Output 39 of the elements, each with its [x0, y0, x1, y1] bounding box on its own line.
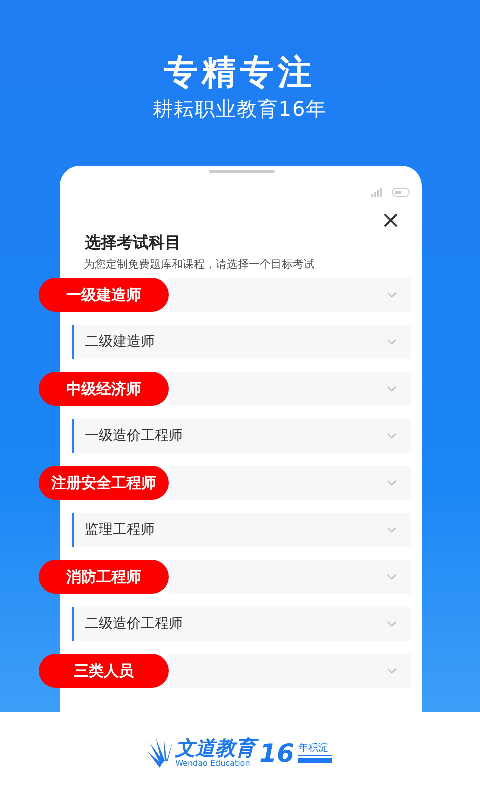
- years-number: 16: [260, 738, 294, 768]
- exam-row[interactable]: 二级造价工程师: [72, 607, 411, 641]
- exam-row[interactable]: [169, 372, 411, 406]
- chevron-down-icon: [387, 527, 397, 533]
- exam-category-tag[interactable]: 三类人员: [39, 654, 169, 688]
- fan-logo-icon: [148, 738, 174, 768]
- signal-icon: [371, 188, 384, 197]
- exam-row[interactable]: [169, 654, 411, 688]
- exam-row[interactable]: 监理工程师: [72, 513, 411, 547]
- chevron-down-icon: [387, 292, 397, 298]
- chevron-down-icon: [387, 386, 397, 392]
- brand-english-name: Wendao Education: [176, 759, 250, 769]
- battery-icon: [392, 188, 410, 197]
- exam-row[interactable]: 一级造价工程师: [72, 419, 411, 453]
- exam-category-tag[interactable]: 注册安全工程师: [39, 466, 169, 500]
- chevron-down-icon: [387, 339, 397, 345]
- exam-category-tag[interactable]: 一级建造师: [39, 278, 169, 312]
- drag-handle[interactable]: [208, 170, 274, 173]
- exam-row[interactable]: [169, 560, 411, 594]
- exam-row[interactable]: [169, 466, 411, 500]
- chevron-down-icon: [387, 574, 397, 580]
- exam-row[interactable]: [169, 278, 411, 312]
- sheet-subtitle: 为您定制免费题库和课程，请选择一个目标考试: [84, 257, 316, 273]
- exam-category-tag[interactable]: 中级经济师: [39, 372, 169, 406]
- exam-category-tag[interactable]: 消防工程师: [39, 560, 169, 594]
- chevron-down-icon: [387, 668, 397, 674]
- exam-row[interactable]: 二级建造师: [72, 325, 411, 359]
- exam-name: 监理工程师: [85, 521, 155, 539]
- subheadline: 耕耘职业教育16年: [152, 96, 328, 123]
- headline: 专精专注: [164, 52, 316, 95]
- exam-name: 一级造价工程师: [85, 427, 183, 445]
- chevron-down-icon: [387, 621, 397, 627]
- exam-name: 二级建造师: [85, 333, 155, 351]
- chevron-down-icon: [387, 433, 397, 439]
- exam-name: 二级造价工程师: [85, 615, 183, 633]
- close-button[interactable]: ×: [380, 210, 401, 230]
- chevron-down-icon: [387, 480, 397, 486]
- sheet-title: 选择考试科目: [85, 232, 181, 254]
- years-tagline: 年积淀: [298, 743, 332, 756]
